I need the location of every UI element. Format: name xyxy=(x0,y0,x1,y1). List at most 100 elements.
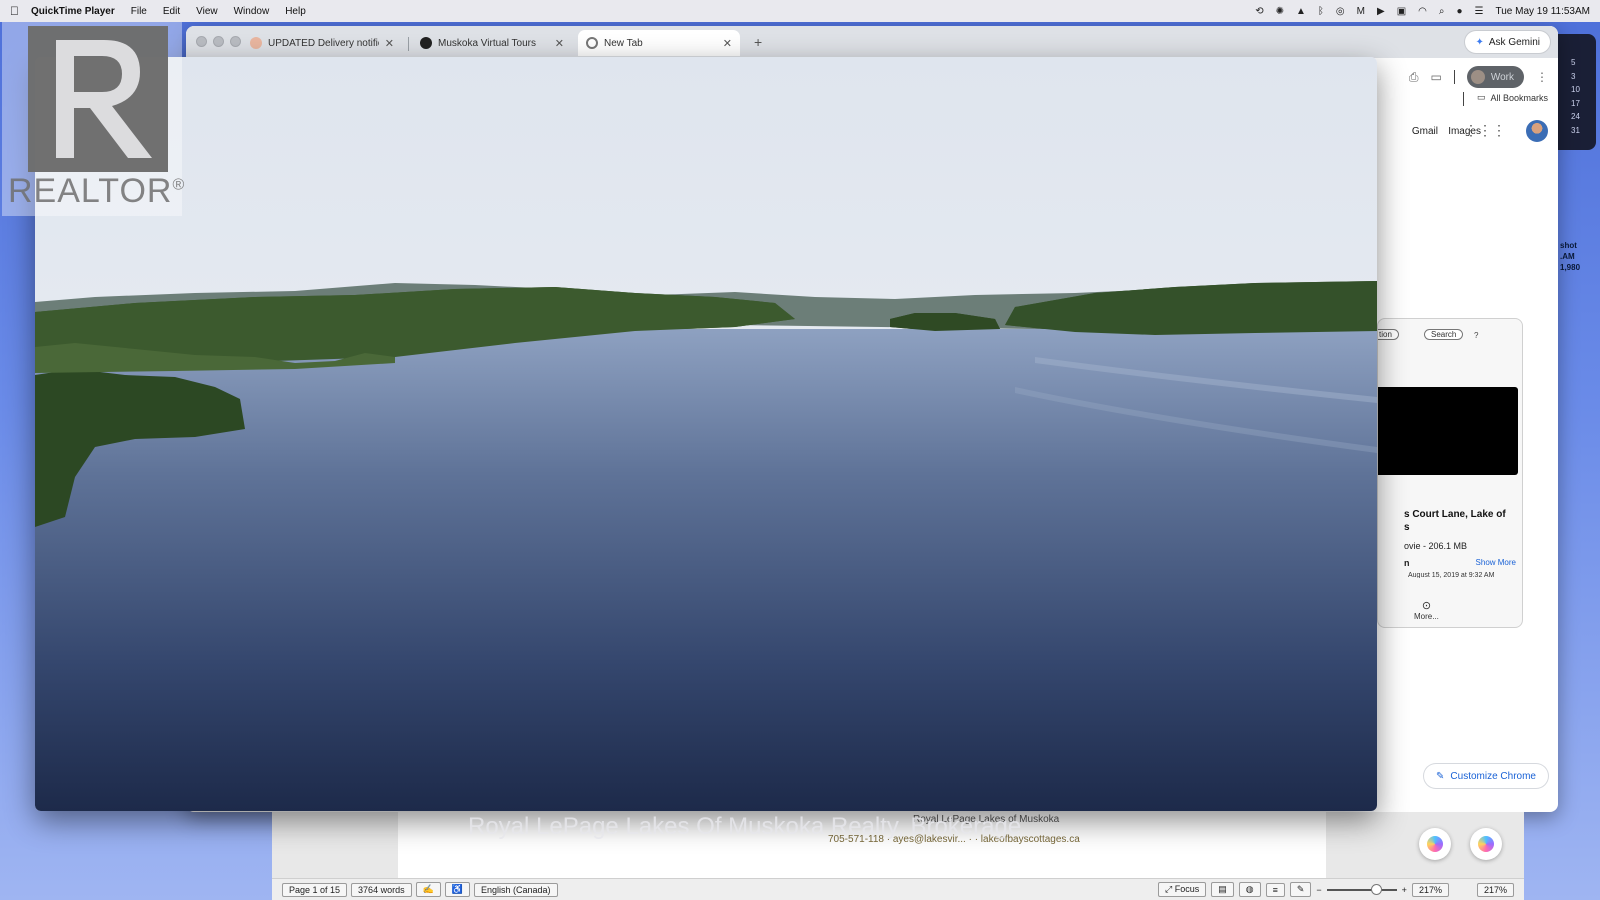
zoom-slider-handle[interactable] xyxy=(1370,883,1382,895)
copilot-button-secondary[interactable] xyxy=(1470,828,1502,860)
profile-button[interactable]: Work xyxy=(1466,66,1524,88)
more-button[interactable]: ⊙ More... xyxy=(1414,599,1439,621)
menu-app-name[interactable]: QuickTime Player xyxy=(31,6,115,17)
ask-gemini-label: Ask Gemini xyxy=(1488,36,1540,48)
realtor-r-mark xyxy=(28,26,168,172)
customize-chrome-button[interactable]: ✎ Customize Chrome xyxy=(1424,764,1548,788)
screen-icon[interactable]: ▣ xyxy=(1397,6,1406,17)
menu-edit[interactable]: Edit xyxy=(163,6,180,17)
tab-strip: UPDATED Delivery notificatio ✕ Muskoka V… xyxy=(186,26,1558,58)
brightness-icon[interactable]: ✺ xyxy=(1276,6,1284,17)
drive-icon[interactable]: ▲ xyxy=(1296,6,1306,17)
chrome-favicon-icon xyxy=(586,37,598,49)
all-bookmarks-button[interactable]: ▭ All Bookmarks xyxy=(1477,92,1548,103)
play-icon[interactable]: ▶ xyxy=(1377,6,1385,17)
calendar-day: 5 xyxy=(1571,58,1576,67)
new-tab-plus-icon[interactable]: + xyxy=(754,34,762,50)
realtor-text: REALTOR xyxy=(8,172,173,210)
close-icon[interactable]: ✕ xyxy=(555,37,564,50)
proofing-icon[interactable]: ✍ xyxy=(415,882,441,897)
minimize-window-button[interactable] xyxy=(213,36,224,47)
panel-left-button[interactable]: tion xyxy=(1378,329,1399,340)
close-icon[interactable]: ✕ xyxy=(723,37,732,50)
print-icon[interactable]: ⎙ xyxy=(1409,70,1419,85)
close-icon[interactable]: ✕ xyxy=(385,37,394,50)
desktop-file-line: shot xyxy=(1560,241,1577,250)
wifi-icon[interactable]: ◠ xyxy=(1418,6,1427,17)
web-layout-icon[interactable]: ◍ xyxy=(1238,882,1261,897)
zoom-level[interactable]: 217% xyxy=(1411,882,1449,897)
tab-muskoka-virtual-tours[interactable]: Muskoka Virtual Tours ✕ xyxy=(412,30,572,56)
copilot-icon xyxy=(1478,836,1494,852)
airdrop-icon[interactable]: ◎ xyxy=(1336,6,1345,17)
zoom-in-icon[interactable]: + xyxy=(1402,885,1407,895)
focus-label: Focus xyxy=(1174,884,1200,894)
realtor-r-icon xyxy=(28,26,168,172)
cast-icon[interactable]: ▭ xyxy=(1431,70,1442,84)
more-menu-icon[interactable]: ⋮ xyxy=(1536,70,1548,84)
help-icon[interactable]: ? xyxy=(1474,331,1478,340)
calendar-day: 17 xyxy=(1571,98,1580,108)
print-layout-icon[interactable]: ▤ xyxy=(1211,882,1234,897)
copilot-button[interactable] xyxy=(1419,828,1451,860)
info-label: n xyxy=(1404,558,1410,568)
bluetooth-icon[interactable]: ᛒ xyxy=(1318,6,1324,17)
toolbar-separator xyxy=(1453,70,1455,84)
zoom-slider[interactable] xyxy=(1326,883,1397,895)
toolbar-icons: ⎙ ▭ Work ⋮ xyxy=(1409,66,1548,88)
avatar xyxy=(1470,70,1485,84)
mail-icon[interactable]: M xyxy=(1357,6,1365,17)
zoom-level-secondary[interactable]: 217% xyxy=(1476,882,1514,897)
lake-aerial-video-frame xyxy=(35,57,1377,811)
apps-grid-icon[interactable]: ⋮⋮⋮ xyxy=(1464,122,1506,139)
calendar-day: 31 xyxy=(1571,125,1580,135)
menubar-clock[interactable]: Tue May 19 11:53AM xyxy=(1496,6,1591,17)
menu-help[interactable]: Help xyxy=(285,6,306,17)
view-controls: ⤢ Focus ▤ ◍ ≡ ✎ − + 217% 217% xyxy=(1158,882,1514,897)
quicktime-info-panel: tion Search ? s Court Lane, Lake of s ov… xyxy=(1377,318,1523,628)
desktop-screenshot-label[interactable]: shot .AM 1,980 xyxy=(1560,240,1580,273)
menu-view[interactable]: View xyxy=(196,6,218,17)
draft-icon[interactable]: ✎ xyxy=(1289,882,1312,897)
tab-delivery-notification[interactable]: UPDATED Delivery notificatio ✕ xyxy=(242,30,402,56)
file-type: ovie - 206.1 MB xyxy=(1404,541,1468,551)
ask-gemini-button[interactable]: ✦ Ask Gemini xyxy=(1465,31,1550,53)
video-thumbnail[interactable] xyxy=(1378,387,1518,475)
panel-search-button[interactable]: Search xyxy=(1424,329,1464,340)
menu-window[interactable]: Window xyxy=(234,6,270,17)
pencil-icon: ✎ xyxy=(1436,770,1445,782)
profile-label: Work xyxy=(1490,71,1514,83)
outline-icon[interactable]: ≡ xyxy=(1265,882,1285,897)
desktop-file-line: .AM xyxy=(1560,252,1575,261)
zoom-window-button[interactable] xyxy=(230,36,241,47)
search-icon[interactable]: ⌕ xyxy=(1439,6,1445,17)
site-favicon-icon xyxy=(420,37,432,49)
registered-mark: ® xyxy=(172,176,186,194)
control-center-icon[interactable]: ☰ xyxy=(1475,6,1484,17)
menu-file[interactable]: File xyxy=(131,6,147,17)
all-bookmarks-label: All Bookmarks xyxy=(1490,92,1548,103)
tab-new-tab[interactable]: New Tab ✕ xyxy=(578,30,740,56)
page-count[interactable]: Page 1 of 15 xyxy=(282,882,348,897)
calendar-day: 10 xyxy=(1571,85,1580,94)
google-account-avatar[interactable] xyxy=(1526,120,1548,142)
close-window-button[interactable] xyxy=(196,36,207,47)
calendar-day: 24 xyxy=(1571,112,1580,121)
realtor-logo: REALTOR® xyxy=(2,20,186,216)
tab-title: New Tab xyxy=(604,37,643,49)
calendar-day: 3 xyxy=(1571,71,1576,81)
focus-button[interactable]: ⤢ Focus xyxy=(1158,882,1207,897)
word-count[interactable]: 3764 words xyxy=(351,882,412,897)
gmail-link[interactable]: Gmail xyxy=(1412,126,1438,137)
apple-icon[interactable]:  xyxy=(10,4,19,18)
sync-icon[interactable]: ⟲ xyxy=(1255,6,1263,17)
accessibility-icon[interactable]: ♿ xyxy=(444,882,471,897)
calendar-widget: 5 3 10 17 24 31 xyxy=(1556,34,1596,150)
quicktime-video-window[interactable] xyxy=(35,57,1377,811)
gemini-star-icon: ✦ xyxy=(1475,36,1484,48)
desktop-file-line: 1,980 xyxy=(1560,263,1581,272)
siri-icon[interactable]: ● xyxy=(1456,6,1462,17)
show-more-link[interactable]: Show More xyxy=(1476,558,1516,567)
language-button[interactable]: English (Canada) xyxy=(474,882,558,897)
zoom-out-icon[interactable]: − xyxy=(1316,885,1321,895)
